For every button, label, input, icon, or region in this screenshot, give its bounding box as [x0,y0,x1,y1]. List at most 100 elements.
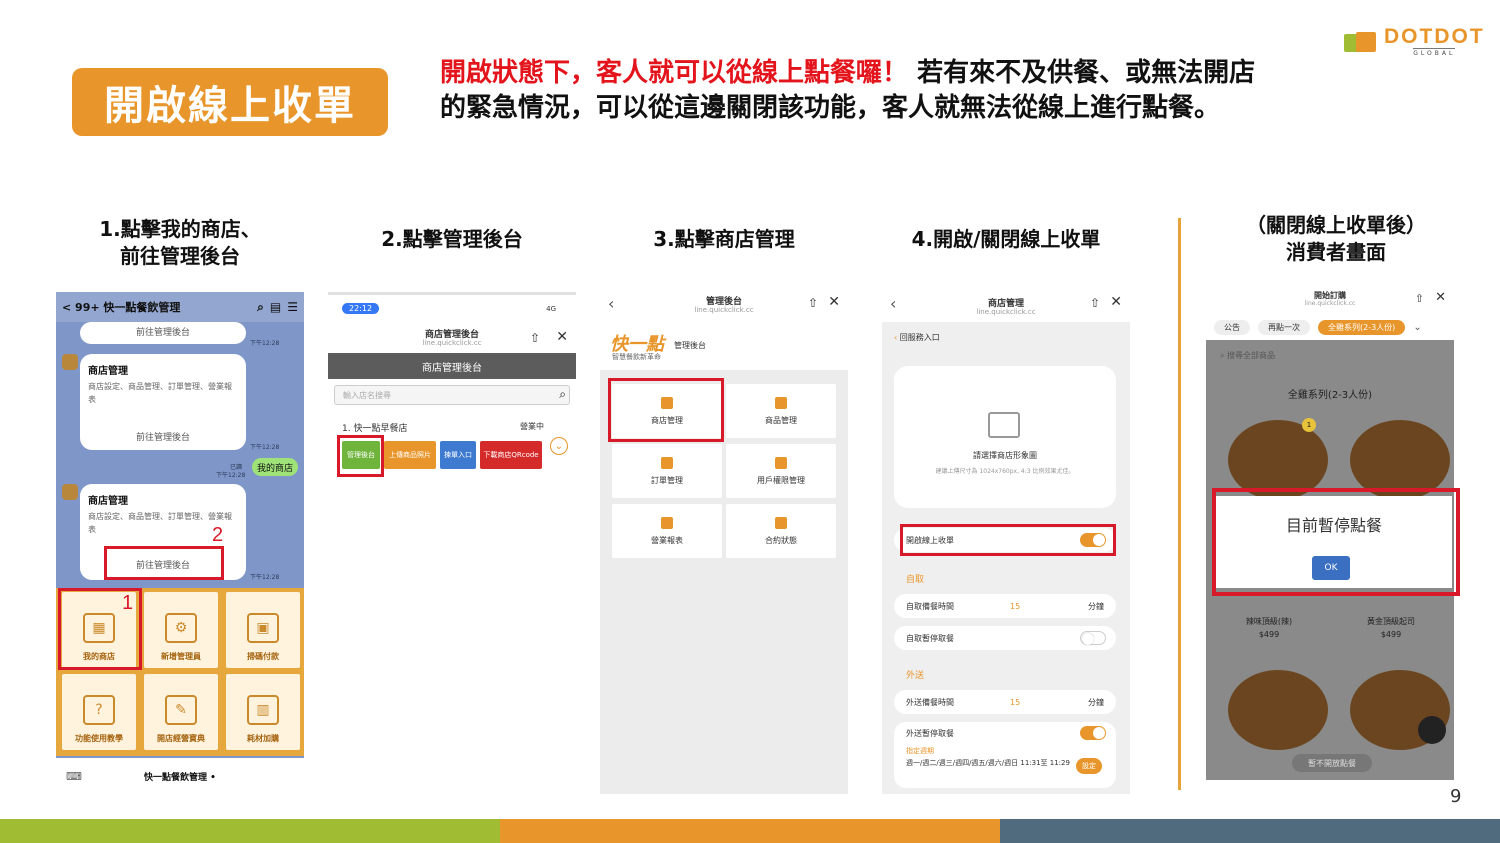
bot-avatar [62,354,78,370]
pickup-time-row: 自取備餐時間 15 分鐘 [894,594,1116,618]
share-icon[interactable]: ⇧ [1415,292,1424,305]
chevron-down-icon[interactable]: ⌄ [1413,322,1421,333]
dotdot-logo: DOTDOT GLOBAL [1344,26,1485,57]
delivery-pause-card: 外送暫停取餐 指定週期 週一/週二/週三/週四/週五/週六/週日 11:31至 … [894,722,1116,788]
admin-header: 商店管理後台 [328,353,576,379]
note-icon[interactable]: ▤ [270,300,281,314]
screenshot-admin-menu: ‹ 管理後台 line.quickclick.cc ⇧ ✕ 快一點 智慧餐飲新革… [600,292,848,794]
pickup-section: 自取 [906,575,925,585]
logo-text: DOTDOT [1384,25,1485,48]
cell-product-management[interactable]: 商品管理 [726,384,836,438]
status-time: 22:12 [342,303,380,314]
tab-announcement[interactable]: 公告 [1214,319,1250,335]
chat-topbar: < 99+ 快一點餐飲管理 ⌕ ▤ ☰ [56,292,304,322]
search-icon[interactable]: ⌕ [559,387,566,402]
tile-guide[interactable]: ✎ 開店經營寶典 [144,674,218,750]
product-price: $499 [1258,630,1280,639]
expand-icon[interactable]: ⌄ [550,437,568,455]
tile-add-admin[interactable]: ⚙ 新增管理員 [144,592,218,668]
footer-bar-orange [500,819,1000,843]
delivery-time-input[interactable]: 15 [1010,698,1020,707]
pickup-pause-row: 自取暫停取餐 [894,626,1116,650]
share-icon[interactable]: ⇧ [1090,296,1100,310]
help-icon: ? [83,695,115,725]
menu-icon[interactable]: ☰ [287,300,298,314]
tab-whole-chicken[interactable]: 全雞系列(2-3人份) [1318,319,1406,335]
highlight-online-order [900,524,1116,556]
go-admin-link[interactable]: 前往管理後台 [80,430,246,443]
product-price: $499 [1380,630,1402,639]
cell-order-management[interactable]: 訂單管理 [612,444,722,498]
tab-reorder[interactable]: 再點一次 [1258,319,1310,335]
cell-user-permission[interactable]: 用戶權限管理 [726,444,836,498]
pick-entry-button[interactable]: 揀單入口 [440,441,476,469]
contract-icon [775,516,787,529]
qr-icon: ▣ [247,613,279,643]
store-status: 營業中 [520,422,544,431]
screenshot-store-settings: ‹ 商店管理 line.quickclick.cc ⇧ ✕ ‹ 回服務入口 請選… [882,292,1130,794]
step-5-caption: （關閉線上收單後） 消費者畫面 [1246,213,1426,264]
cell-contract-status[interactable]: 合約狀態 [726,504,836,558]
pickup-pause-toggle[interactable] [1080,631,1106,645]
slide-title: 開啟線上收單 [72,68,388,136]
tile-scan-pay[interactable]: ▣ 掃碼付款 [226,592,300,668]
marker-2: 2 [212,524,224,546]
marker-1: 1 [122,592,134,614]
intro-text: 開啟狀態下，客人就可以從線上點餐囉！ 若有來不及供餐、或無法開店的緊急情況，可以… [440,56,1260,126]
image-icon [988,412,1020,438]
screenshot-line-chat: < 99+ 快一點餐飲管理 ⌕ ▤ ☰ 前往管理後台 下午12:28 商店管理 … [56,292,304,794]
pickup-time-input[interactable]: 15 [1010,602,1020,611]
section-divider [1178,218,1181,790]
book-icon: ✎ [165,695,197,725]
download-qr-button[interactable]: 下載商店QRcode [480,441,542,469]
chart-icon [661,516,673,529]
chat-bubble-store: 商店管理 商店設定、商品管理、訂單管理、營業報表 前往管理後台 [80,354,246,450]
cell-sales-report[interactable]: 營業報表 [612,504,722,558]
product-search-input[interactable]: ⌕ 搜尋全部商品 [1220,350,1275,361]
category-tabs: 公告 再點一次 全雞系列(2-3人份) ⌄ [1206,316,1454,338]
footer-bar-green [0,819,500,843]
delivery-section: 外送 [906,671,925,681]
bot-avatar [62,484,78,500]
logo-mark-icon [1344,30,1378,54]
share-icon[interactable]: ⇧ [808,296,818,310]
delivery-time-row: 外送備餐時間 15 分鐘 [894,690,1116,714]
delivery-pause-toggle[interactable] [1080,726,1106,740]
floating-action-icon[interactable] [1418,716,1446,744]
back-to-service-link[interactable]: ‹ 回服務入口 [894,332,940,343]
close-icon[interactable]: ✕ [1110,294,1122,310]
close-icon[interactable]: ✕ [1435,290,1446,305]
footer-bar-teal [1000,819,1500,843]
tile-tutorial[interactable]: ? 功能使用教學 [62,674,136,750]
share-icon[interactable]: ⇧ [530,331,540,345]
clipboard-icon [661,456,673,469]
admin-icon: ⚙ [165,613,197,643]
search-icon[interactable]: ⌕ [257,300,264,315]
box-icon [775,396,787,409]
close-icon[interactable]: ✕ [556,329,568,345]
product-image[interactable] [1228,670,1328,750]
chat-bubble-link[interactable]: 前往管理後台 [80,322,246,344]
highlight-modal [1212,488,1460,596]
my-store-message: 我的商店 [252,458,298,476]
settings-body: ‹ 回服務入口 請選擇商店形象圖 建議上傳尺寸為 1024x760px, 4:3… [882,322,1130,794]
chat-bottombar: ⌨ 快一點餐飲管理 • [56,758,304,794]
close-icon[interactable]: ✕ [828,294,840,310]
store-name: 1. 快一點早餐店 [342,424,408,434]
intro-highlight: 開啟狀態下，客人就可以從線上點餐囉！ [440,58,909,88]
step-1-caption: 1.點擊我的商店、 前往管理後台 [99,217,261,268]
cover-image-upload[interactable]: 請選擇商店形象圖 建議上傳尺寸為 1024x760px, 4:3 比例效果尤佳。 [894,366,1116,508]
cart-count-badge: 1 [1302,418,1316,432]
store-search-input[interactable]: 輸入店名搜尋 [334,385,570,405]
search-icon: ⌕ [1220,351,1228,360]
product-name: 黃金頂級起司 [1367,617,1415,626]
step-2-caption: 2.點擊管理後台 [381,227,523,251]
highlight-box-2 [104,546,224,580]
product-name: 辣味頂級(辣) [1245,617,1293,626]
schedule-set-button[interactable]: 設定 [1076,758,1102,774]
screenshot-store-admin: 22:12 4G 商店管理後台 line.quickclick.cc ⇧ ✕ 商… [328,292,576,794]
highlight-admin-button [337,435,384,477]
tile-supplies[interactable]: ▥ 耗材加購 [226,674,300,750]
keyboard-icon[interactable]: ⌨ [66,770,82,783]
upload-photo-button[interactable]: 上傳商品照片 [384,441,436,469]
